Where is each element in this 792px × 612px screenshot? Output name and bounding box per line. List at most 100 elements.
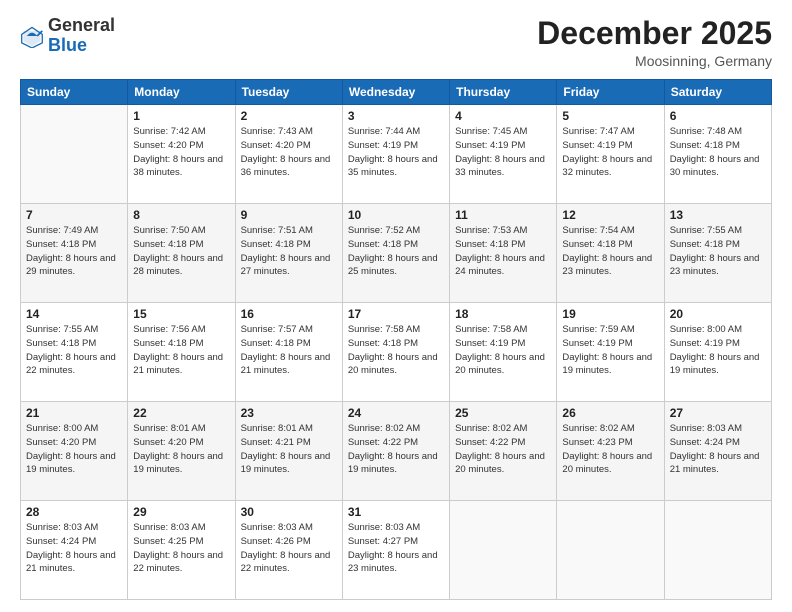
calendar-week-row: 21Sunrise: 8:00 AMSunset: 4:20 PMDayligh… xyxy=(21,402,772,501)
day-info: Sunrise: 7:50 AMSunset: 4:18 PMDaylight:… xyxy=(133,224,229,279)
day-info: Sunrise: 8:01 AMSunset: 4:21 PMDaylight:… xyxy=(241,422,337,477)
table-row xyxy=(450,501,557,600)
day-info: Sunrise: 7:45 AMSunset: 4:19 PMDaylight:… xyxy=(455,125,551,180)
calendar-week-row: 28Sunrise: 8:03 AMSunset: 4:24 PMDayligh… xyxy=(21,501,772,600)
day-number: 30 xyxy=(241,505,337,519)
table-row: 3 Sunrise: 7:44 AMSunset: 4:19 PMDaylight… xyxy=(342,105,449,204)
table-row: 8 Sunrise: 7:50 AMSunset: 4:18 PMDaylight… xyxy=(128,204,235,303)
col-wednesday: Wednesday xyxy=(342,80,449,105)
col-thursday: Thursday xyxy=(450,80,557,105)
col-tuesday: Tuesday xyxy=(235,80,342,105)
table-row: 25 Sunrise: 8:02 AMSunset: 4:22 PMDayligh… xyxy=(450,402,557,501)
table-row xyxy=(664,501,771,600)
day-number: 22 xyxy=(133,406,229,420)
day-number: 3 xyxy=(348,109,444,123)
table-row: 4 Sunrise: 7:45 AMSunset: 4:19 PMDaylight… xyxy=(450,105,557,204)
day-number: 16 xyxy=(241,307,337,321)
day-info: Sunrise: 8:02 AMSunset: 4:22 PMDaylight:… xyxy=(455,422,551,477)
table-row: 22 Sunrise: 8:01 AMSunset: 4:20 PMDayligh… xyxy=(128,402,235,501)
day-info: Sunrise: 7:44 AMSunset: 4:19 PMDaylight:… xyxy=(348,125,444,180)
day-info: Sunrise: 8:03 AMSunset: 4:25 PMDaylight:… xyxy=(133,521,229,576)
day-info: Sunrise: 8:02 AMSunset: 4:22 PMDaylight:… xyxy=(348,422,444,477)
day-number: 25 xyxy=(455,406,551,420)
day-info: Sunrise: 8:01 AMSunset: 4:20 PMDaylight:… xyxy=(133,422,229,477)
month-title: December 2025 xyxy=(537,16,772,51)
day-number: 1 xyxy=(133,109,229,123)
col-monday: Monday xyxy=(128,80,235,105)
table-row xyxy=(557,501,664,600)
table-row: 7Sunrise: 7:49 AMSunset: 4:18 PMDaylight… xyxy=(21,204,128,303)
table-row: 14Sunrise: 7:55 AMSunset: 4:18 PMDayligh… xyxy=(21,303,128,402)
table-row: 6Sunrise: 7:48 AMSunset: 4:18 PMDaylight… xyxy=(664,105,771,204)
col-sunday: Sunday xyxy=(21,80,128,105)
day-info: Sunrise: 7:47 AMSunset: 4:19 PMDaylight:… xyxy=(562,125,658,180)
day-number: 20 xyxy=(670,307,766,321)
day-number: 27 xyxy=(670,406,766,420)
table-row: 17 Sunrise: 7:58 AMSunset: 4:18 PMDayligh… xyxy=(342,303,449,402)
day-number: 8 xyxy=(133,208,229,222)
day-info: Sunrise: 8:02 AMSunset: 4:23 PMDaylight:… xyxy=(562,422,658,477)
day-info: Sunrise: 7:42 AMSunset: 4:20 PMDaylight:… xyxy=(133,125,229,180)
calendar-week-row: 7Sunrise: 7:49 AMSunset: 4:18 PMDaylight… xyxy=(21,204,772,303)
day-number: 15 xyxy=(133,307,229,321)
table-row: 20 Sunrise: 8:00 AMSunset: 4:19 PMDayligh… xyxy=(664,303,771,402)
table-row: 15 Sunrise: 7:56 AMSunset: 4:18 PMDayligh… xyxy=(128,303,235,402)
header: General Blue December 2025 Moosinning, G… xyxy=(20,16,772,69)
day-number: 5 xyxy=(562,109,658,123)
logo: General Blue xyxy=(20,16,115,56)
day-info: Sunrise: 7:54 AMSunset: 4:18 PMDaylight:… xyxy=(562,224,658,279)
day-info: Sunrise: 7:53 AMSunset: 4:18 PMDaylight:… xyxy=(455,224,551,279)
table-row: 12 Sunrise: 7:54 AMSunset: 4:18 PMDayligh… xyxy=(557,204,664,303)
day-info: Sunrise: 8:00 AMSunset: 4:19 PMDaylight:… xyxy=(670,323,766,378)
table-row: 1 Sunrise: 7:42 AMSunset: 4:20 PMDaylight… xyxy=(128,105,235,204)
day-number: 31 xyxy=(348,505,444,519)
table-row: 24Sunrise: 8:02 AMSunset: 4:22 PMDayligh… xyxy=(342,402,449,501)
day-number: 4 xyxy=(455,109,551,123)
table-row: 18Sunrise: 7:58 AMSunset: 4:19 PMDayligh… xyxy=(450,303,557,402)
day-info: Sunrise: 7:49 AMSunset: 4:18 PMDaylight:… xyxy=(26,224,122,279)
day-number: 12 xyxy=(562,208,658,222)
table-row: 21Sunrise: 8:00 AMSunset: 4:20 PMDayligh… xyxy=(21,402,128,501)
table-row xyxy=(21,105,128,204)
col-saturday: Saturday xyxy=(664,80,771,105)
day-info: Sunrise: 7:59 AMSunset: 4:19 PMDaylight:… xyxy=(562,323,658,378)
day-number: 14 xyxy=(26,307,122,321)
day-number: 26 xyxy=(562,406,658,420)
table-row: 9 Sunrise: 7:51 AMSunset: 4:18 PMDaylight… xyxy=(235,204,342,303)
title-block: December 2025 Moosinning, Germany xyxy=(537,16,772,69)
header-row: Sunday Monday Tuesday Wednesday Thursday… xyxy=(21,80,772,105)
day-info: Sunrise: 7:56 AMSunset: 4:18 PMDaylight:… xyxy=(133,323,229,378)
logo-general: General xyxy=(48,15,115,35)
col-friday: Friday xyxy=(557,80,664,105)
day-number: 17 xyxy=(348,307,444,321)
calendar-table: Sunday Monday Tuesday Wednesday Thursday… xyxy=(20,79,772,600)
table-row: 31 Sunrise: 8:03 AMSunset: 4:27 PMDayligh… xyxy=(342,501,449,600)
day-number: 6 xyxy=(670,109,766,123)
table-row: 16Sunrise: 7:57 AMSunset: 4:18 PMDayligh… xyxy=(235,303,342,402)
day-number: 11 xyxy=(455,208,551,222)
table-row: 30Sunrise: 8:03 AMSunset: 4:26 PMDayligh… xyxy=(235,501,342,600)
day-number: 13 xyxy=(670,208,766,222)
day-number: 2 xyxy=(241,109,337,123)
table-row: 19Sunrise: 7:59 AMSunset: 4:19 PMDayligh… xyxy=(557,303,664,402)
day-info: Sunrise: 8:03 AMSunset: 4:24 PMDaylight:… xyxy=(670,422,766,477)
day-info: Sunrise: 7:51 AMSunset: 4:18 PMDaylight:… xyxy=(241,224,337,279)
day-info: Sunrise: 7:58 AMSunset: 4:19 PMDaylight:… xyxy=(455,323,551,378)
logo-icon xyxy=(20,24,44,48)
table-row: 23Sunrise: 8:01 AMSunset: 4:21 PMDayligh… xyxy=(235,402,342,501)
table-row: 27 Sunrise: 8:03 AMSunset: 4:24 PMDayligh… xyxy=(664,402,771,501)
calendar-page: General Blue December 2025 Moosinning, G… xyxy=(0,0,792,612)
day-number: 9 xyxy=(241,208,337,222)
table-row: 28Sunrise: 8:03 AMSunset: 4:24 PMDayligh… xyxy=(21,501,128,600)
table-row: 5 Sunrise: 7:47 AMSunset: 4:19 PMDaylight… xyxy=(557,105,664,204)
calendar-week-row: 1 Sunrise: 7:42 AMSunset: 4:20 PMDaylight… xyxy=(21,105,772,204)
day-number: 29 xyxy=(133,505,229,519)
calendar-week-row: 14Sunrise: 7:55 AMSunset: 4:18 PMDayligh… xyxy=(21,303,772,402)
day-info: Sunrise: 8:03 AMSunset: 4:27 PMDaylight:… xyxy=(348,521,444,576)
table-row: 2 Sunrise: 7:43 AMSunset: 4:20 PMDaylight… xyxy=(235,105,342,204)
day-number: 21 xyxy=(26,406,122,420)
day-info: Sunrise: 7:58 AMSunset: 4:18 PMDaylight:… xyxy=(348,323,444,378)
location: Moosinning, Germany xyxy=(537,53,772,69)
day-info: Sunrise: 7:43 AMSunset: 4:20 PMDaylight:… xyxy=(241,125,337,180)
table-row: 26 Sunrise: 8:02 AMSunset: 4:23 PMDayligh… xyxy=(557,402,664,501)
